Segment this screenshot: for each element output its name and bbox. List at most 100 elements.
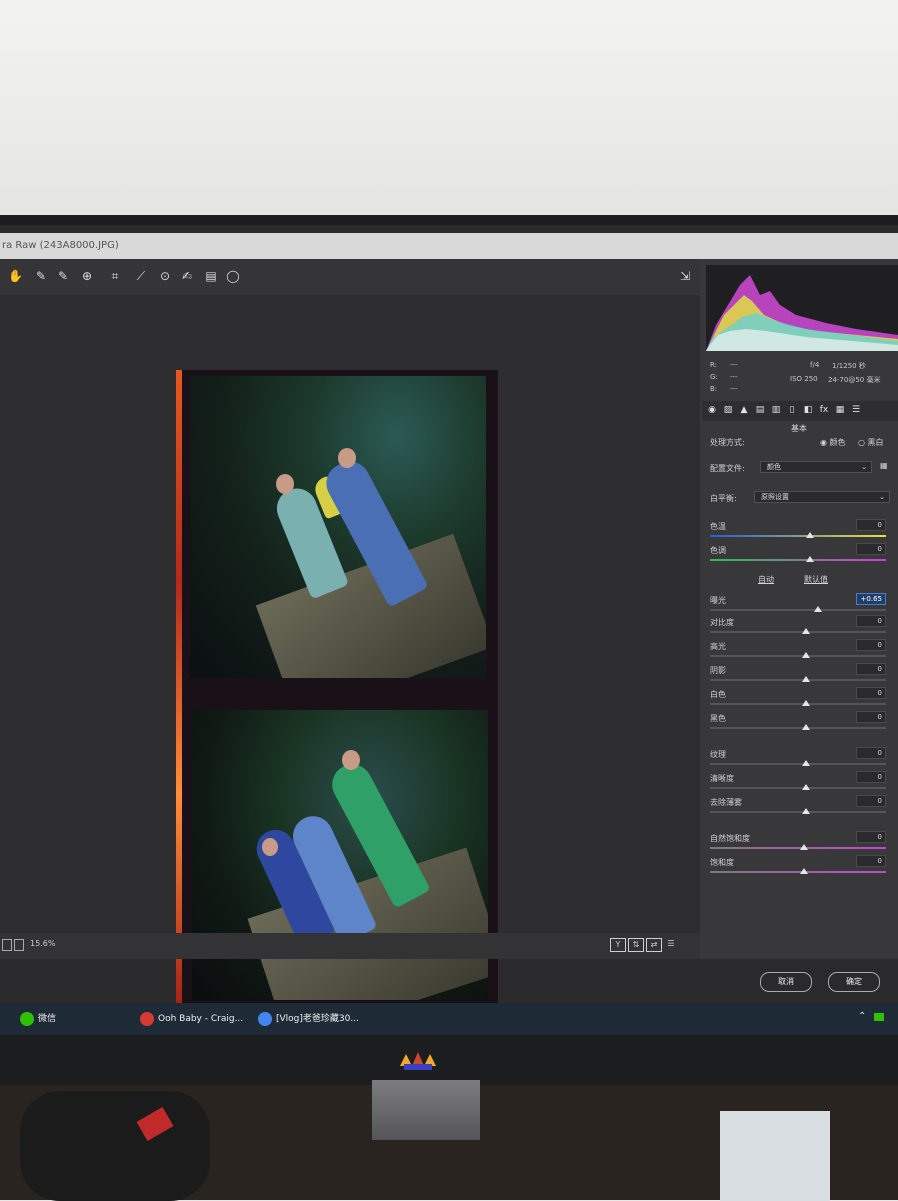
zoom-in-icon[interactable] [14, 939, 24, 951]
redeye-icon[interactable]: ✍ [180, 269, 194, 283]
zoom-out-icon[interactable] [2, 939, 12, 951]
graduated-filter-icon[interactable]: ◯ [226, 269, 240, 283]
color-sampler-icon[interactable]: ✎ [56, 269, 70, 283]
slider-value-input[interactable]: 0 [856, 747, 886, 759]
default-button[interactable]: 默认值 [804, 574, 828, 585]
before-after-icon[interactable]: Y [610, 938, 626, 952]
treatment-bw-radio[interactable]: ○ 黑白 [858, 437, 884, 448]
menu-icon[interactable]: ☰ [664, 938, 678, 950]
slider-value-input[interactable]: 0 [856, 615, 886, 627]
slider-value-input[interactable]: 0 [856, 543, 886, 555]
monitor-brand-logo [398, 1050, 438, 1072]
slider-label: 清晰度 [710, 774, 734, 783]
white-balance-icon[interactable]: ✎ [34, 269, 48, 283]
copy-settings-icon[interactable]: ⇄ [646, 938, 662, 952]
slider-track[interactable] [710, 727, 886, 729]
slider-value-input[interactable]: 0 [856, 639, 886, 651]
profile-value: 颜色 [767, 463, 781, 471]
slider-track[interactable] [710, 871, 886, 873]
slider-thumb[interactable] [802, 700, 810, 706]
adjustment-brush-icon[interactable]: ▤ [204, 269, 218, 283]
slider-value-input[interactable]: +0.65 [856, 593, 886, 605]
slider-track[interactable] [710, 787, 886, 789]
slider-thumb[interactable] [802, 628, 810, 634]
slider-track[interactable] [710, 631, 886, 633]
profile-browser-icon[interactable]: ▦ [880, 461, 888, 470]
slider-value-input[interactable]: 0 [856, 711, 886, 723]
white-balance-value: 原照设置 [761, 493, 789, 501]
basic-tab-icon[interactable]: ◉ [706, 405, 718, 416]
target-adjust-icon[interactable]: ⊕ [80, 269, 94, 283]
transform-tab-icon[interactable]: ◧ [802, 405, 814, 416]
slider-thumb[interactable] [802, 724, 810, 730]
crop-icon[interactable]: ⌗ [108, 269, 122, 283]
slider-value-input[interactable]: 0 [856, 831, 886, 843]
slider-track[interactable] [710, 811, 886, 813]
lens-info: 24-70@50 毫米 [828, 376, 881, 384]
slider-value-input[interactable]: 0 [856, 687, 886, 699]
slider-thumb[interactable] [802, 676, 810, 682]
slider-value-input[interactable]: 0 [856, 771, 886, 783]
tone-curve-tab-icon[interactable]: ▨ [722, 405, 734, 416]
hsl-tab-icon[interactable]: ▤ [754, 405, 766, 416]
tray-chevron-up-icon[interactable]: ⌃ [858, 1011, 866, 1022]
slider-thumb[interactable] [802, 760, 810, 766]
slider-track[interactable] [710, 559, 886, 561]
slider-thumb[interactable] [800, 868, 808, 874]
presets-tab-icon[interactable]: ☰ [850, 405, 862, 416]
slider-label: 饱和度 [710, 858, 734, 867]
ok-button[interactable]: 确定 [828, 972, 880, 992]
profile-label: 配置文件: [710, 464, 745, 473]
window-title: ra Raw (243A8000.JPG) [0, 233, 898, 259]
chrome-icon [258, 1011, 272, 1026]
slider-thumb[interactable] [806, 532, 814, 538]
chevron-down-icon: ⌄ [861, 463, 867, 471]
slider-value-input[interactable]: 0 [856, 795, 886, 807]
cancel-button[interactable]: 取消 [760, 972, 812, 992]
slider-thumb[interactable] [802, 652, 810, 658]
effects-tab-icon[interactable]: fx [818, 405, 830, 416]
slider-row: 去除薄雾 0 [710, 795, 890, 819]
slider-track[interactable] [710, 535, 886, 537]
spot-removal-icon[interactable]: ⊙ [158, 269, 172, 283]
auto-button[interactable]: 自动 [758, 574, 774, 585]
slider-track[interactable] [710, 655, 886, 657]
zoom-level[interactable]: 15.6% [30, 939, 55, 948]
slider-label: 纹理 [710, 750, 726, 759]
calibration-tab-icon[interactable]: ▦ [834, 405, 846, 416]
slider-thumb[interactable] [806, 556, 814, 562]
slider-thumb[interactable] [802, 784, 810, 790]
slider-track[interactable] [710, 609, 886, 611]
slider-thumb[interactable] [800, 844, 808, 850]
slider-track[interactable] [710, 763, 886, 765]
treatment-color-radio[interactable]: ◉ 颜色 [820, 437, 846, 448]
tray-wechat-icon[interactable] [874, 1013, 884, 1021]
white-balance-label: 白平衡: [710, 494, 737, 503]
open-export-icon[interactable]: ⇲ [678, 269, 692, 283]
straighten-icon[interactable]: ⟋ [134, 269, 148, 283]
taskbar-item-wechat[interactable]: 微信 [20, 1007, 56, 1031]
detail-tab-icon[interactable]: ▲ [738, 405, 750, 416]
slider-row: 阴影 0 [710, 663, 890, 687]
taskbar-item-music[interactable]: Ooh Baby - Craig... [140, 1007, 243, 1031]
slider-thumb[interactable] [802, 808, 810, 814]
slider-track[interactable] [710, 679, 886, 681]
slider-value-input[interactable]: 0 [856, 519, 886, 531]
slider-track[interactable] [710, 847, 886, 849]
slider-value-input[interactable]: 0 [856, 855, 886, 867]
slider-thumb[interactable] [814, 606, 822, 612]
shutter-speed: 1/1250 秒 [832, 362, 866, 370]
slider-row: 白色 0 [710, 687, 890, 711]
image-viewer[interactable] [0, 295, 700, 1007]
lens-tab-icon[interactable]: ▯ [786, 405, 798, 416]
profile-dropdown[interactable]: 颜色 ⌄ [760, 461, 872, 473]
split-toning-tab-icon[interactable]: ▥ [770, 405, 782, 416]
slider-value-input[interactable]: 0 [856, 663, 886, 675]
swap-icon[interactable]: ⇅ [628, 938, 644, 952]
white-balance-dropdown[interactable]: 原照设置 ⌄ [754, 491, 890, 503]
slider-track[interactable] [710, 703, 886, 705]
hand-icon[interactable]: ✋ [8, 269, 23, 283]
taskbar-item-chrome[interactable]: [Vlog]老爸珍藏30... [258, 1007, 359, 1031]
slider-label: 自然饱和度 [710, 834, 750, 843]
person-head [262, 838, 278, 856]
